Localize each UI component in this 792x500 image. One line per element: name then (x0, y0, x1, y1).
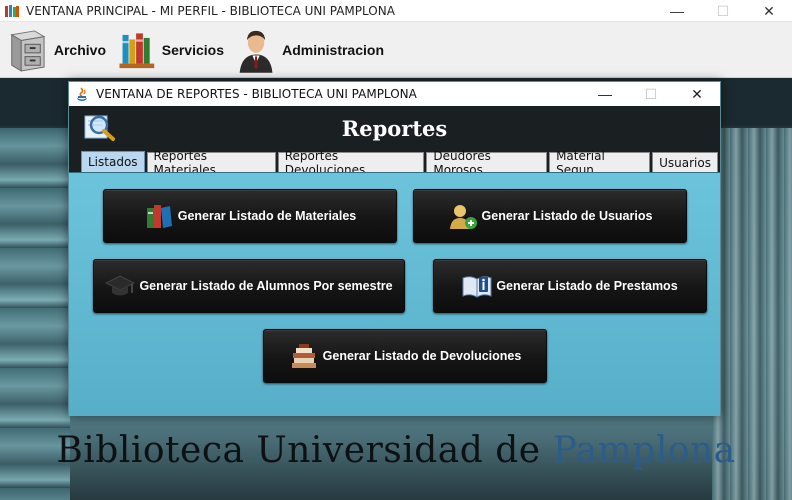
tab-deudores-morosos[interactable]: Deudores Morosos (426, 149, 548, 177)
administrator-icon (239, 30, 273, 73)
generar-listado-devoluciones-label: Generar Listado de Devoluciones (322, 349, 522, 363)
menubar: Archivo Servicios Administracion (0, 22, 792, 78)
main-window-title: VENTANA PRINCIPAL - MI PERFIL - BIBLIOTE… (26, 3, 395, 18)
generar-listado-usuarios-button[interactable]: Generar Listado de Usuarios (413, 189, 687, 243)
add-user-icon (449, 205, 477, 229)
menu-servicios[interactable]: Servicios (112, 22, 230, 78)
tab-reportes-materiales[interactable]: Reportes Materiales (146, 149, 276, 177)
generar-listado-prestamos-label: Generar Listado de Prestamos (496, 279, 678, 293)
generar-listado-usuarios-label: Generar Listado de Usuarios (481, 209, 653, 223)
tab-material-segun[interactable]: Material Segun (549, 149, 651, 177)
main-window-controls: — ☐ ✕ (654, 0, 792, 22)
java-icon (77, 87, 87, 101)
book-stack-icon (291, 344, 316, 368)
books-icon (146, 205, 172, 228)
graduation-cap-icon (105, 275, 136, 296)
books-icon (119, 32, 155, 68)
dialog-titlebar: VENTANA DE REPORTES - BIBLIOTECA UNI PAM… (69, 82, 720, 106)
library-title-part1: Biblioteca Universidad de (56, 430, 553, 471)
generar-listado-devoluciones-button[interactable]: Generar Listado de Devoluciones (263, 329, 547, 383)
generar-listado-materiales-button[interactable]: Generar Listado de Materiales (103, 189, 397, 243)
dialog-maximize-button[interactable]: ☐ (628, 82, 674, 106)
generar-listado-materiales-label: Generar Listado de Materiales (177, 209, 357, 223)
reports-heading: Reportes (341, 115, 448, 141)
info-book-icon (462, 276, 492, 298)
reports-tabs: Listados Reportes Materiales Reportes De… (69, 149, 720, 177)
tab-usuarios[interactable]: Usuarios (652, 152, 718, 172)
filing-cabinet-icon (10, 29, 46, 72)
books-icon (5, 4, 19, 17)
reports-header: Reportes (69, 106, 720, 150)
dialog-close-button[interactable]: ✕ (674, 82, 720, 106)
reports-dialog: VENTANA DE REPORTES - BIBLIOTECA UNI PAM… (68, 81, 721, 416)
menu-administracion[interactable]: Administracion (230, 22, 390, 78)
main-window-titlebar: VENTANA PRINCIPAL - MI PERFIL - BIBLIOTE… (0, 0, 792, 22)
dialog-title: VENTANA DE REPORTES - BIBLIOTECA UNI PAM… (96, 87, 417, 101)
menu-administracion-label: Administracion (282, 41, 384, 58)
menu-archivo[interactable]: Archivo (0, 22, 112, 78)
maximize-button[interactable]: ☐ (700, 0, 746, 22)
tab-listados[interactable]: Listados (81, 151, 145, 172)
dialog-minimize-button[interactable]: — (582, 82, 628, 106)
close-button[interactable]: ✕ (746, 0, 792, 22)
generar-listado-prestamos-button[interactable]: Generar Listado de Prestamos (433, 259, 707, 313)
library-title-part2: Pamplona (552, 430, 736, 471)
magnifier-icon (84, 115, 115, 141)
library-title: Biblioteca Universidad de Pamplona (0, 430, 792, 471)
generar-listado-alumnos-button[interactable]: Generar Listado de Alumnos Por semestre (93, 259, 405, 313)
generar-listado-alumnos-label: Generar Listado de Alumnos Por semestre (139, 279, 393, 293)
minimize-button[interactable]: — (654, 0, 700, 22)
listados-panel: Generar Listado de Materiales Generar Li… (69, 172, 720, 416)
tab-reportes-devoluciones[interactable]: Reportes Devoluciones (277, 149, 425, 177)
menu-servicios-label: Servicios (161, 41, 224, 58)
menu-archivo-label: Archivo (53, 41, 106, 58)
dialog-controls: — ☐ ✕ (582, 82, 720, 106)
